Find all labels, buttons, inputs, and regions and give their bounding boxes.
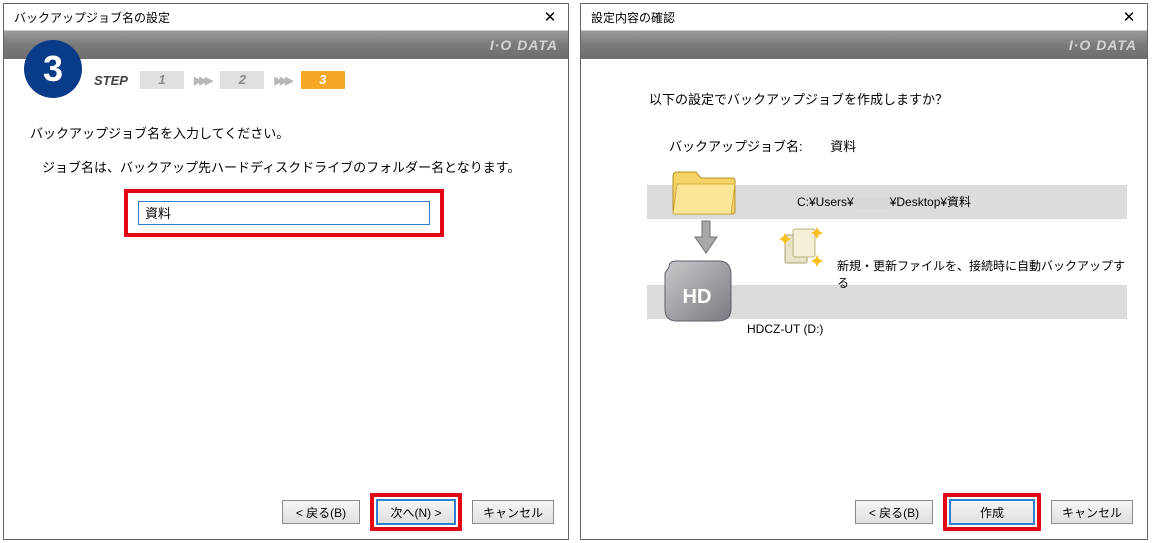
svg-text:HD: HD: [683, 286, 712, 308]
summary-visual: HD C:¥Users¥¥Desktop¥資料 新規・更新ファイルを、接続時に自…: [647, 167, 1129, 377]
job-name-value: 資料: [830, 139, 856, 154]
destination-text: HDCZ-UT (D:): [747, 322, 823, 336]
dialog-title: バックアップジョブ名の設定: [14, 9, 538, 26]
step-3: 3: [301, 71, 345, 89]
dialog-title: 設定内容の確認: [591, 9, 1117, 26]
create-button[interactable]: 作成: [950, 500, 1034, 524]
titlebar: バックアップジョブ名の設定 ✕: [4, 4, 568, 31]
content-area: 以下の設定でバックアップジョブを作成しますか？ バックアップジョブ名: 資料: [581, 89, 1147, 377]
chevron-right-icon: ▶▶▶: [274, 74, 290, 87]
dialog-job-name: バックアップジョブ名の設定 ✕ I·O DATA 3 STEP 1 ▶▶▶ 2 …: [3, 3, 569, 540]
close-icon[interactable]: ✕: [1117, 8, 1141, 26]
brand-logo: I·O DATA: [490, 37, 558, 53]
button-row: < 戻る(B) 作成 キャンセル: [855, 493, 1133, 531]
job-name-row: バックアップジョブ名: 資料: [669, 136, 1129, 155]
header-band: I·O DATA: [4, 31, 568, 59]
backup-mode-text: 新規・更新ファイルを、接続時に自動バックアップする: [837, 257, 1129, 291]
create-button-highlight: 作成: [943, 493, 1041, 531]
job-name-input[interactable]: [138, 201, 430, 225]
subnote-text: ジョブ名は、バックアップ先ハードディスクドライブのフォルダー名となります。: [42, 158, 550, 179]
button-row: < 戻る(B) 次へ(N) > キャンセル: [282, 493, 554, 531]
input-highlight: [124, 189, 444, 237]
brand-logo: I·O DATA: [1069, 37, 1137, 53]
source-path: C:¥Users¥¥Desktop¥資料: [797, 193, 971, 210]
back-button[interactable]: < 戻る(B): [282, 500, 360, 524]
step-2: 2: [220, 71, 264, 89]
redacted-username: [854, 197, 890, 209]
arrow-down-icon: [693, 219, 719, 255]
job-name-label: バックアップジョブ名:: [669, 139, 803, 154]
header-band: I·O DATA: [581, 31, 1147, 59]
step-indicator: STEP 1 ▶▶▶ 2 ▶▶▶ 3: [22, 59, 550, 97]
step-1: 1: [140, 71, 184, 89]
cancel-button[interactable]: キャンセル: [1051, 500, 1133, 524]
folder-icon: [671, 167, 737, 215]
step-label: STEP: [94, 73, 128, 88]
close-icon[interactable]: ✕: [538, 8, 562, 26]
hard-drive-icon: HD: [659, 259, 735, 323]
titlebar: 設定内容の確認 ✕: [581, 4, 1147, 31]
back-button[interactable]: < 戻る(B): [855, 500, 933, 524]
next-button[interactable]: 次へ(N) >: [377, 500, 455, 524]
chevron-right-icon: ▶▶▶: [194, 74, 210, 87]
content-area: STEP 1 ▶▶▶ 2 ▶▶▶ 3 バックアップジョブ名を入力してください。 …: [4, 59, 568, 237]
cancel-button[interactable]: キャンセル: [472, 500, 554, 524]
instruction-text: バックアップジョブ名を入力してください。: [30, 123, 550, 142]
confirm-text: 以下の設定でバックアップジョブを作成しますか？: [649, 89, 1129, 108]
next-button-highlight: 次へ(N) >: [370, 493, 462, 531]
new-files-icon: [777, 225, 825, 269]
dialog-confirm: 設定内容の確認 ✕ I·O DATA 以下の設定でバックアップジョブを作成します…: [580, 3, 1148, 540]
